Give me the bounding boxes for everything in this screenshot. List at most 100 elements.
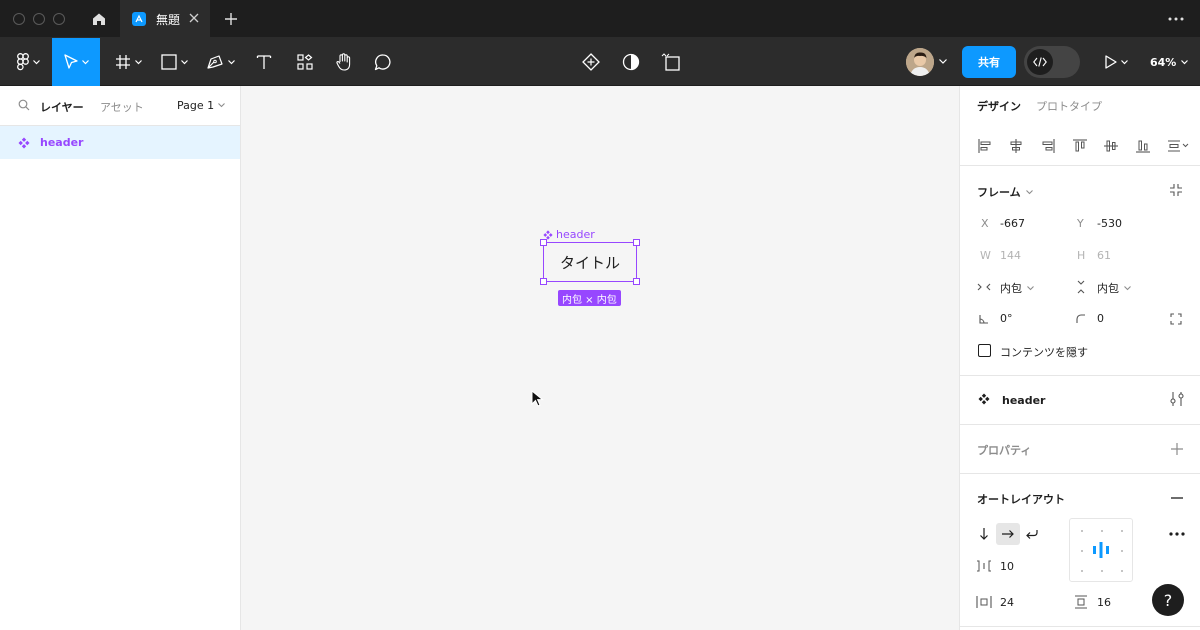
rotation-input[interactable]: 0°	[1000, 312, 1013, 325]
h-input[interactable]: 61	[1097, 249, 1111, 262]
w-input[interactable]: 144	[1000, 249, 1021, 262]
tab-assets[interactable]: アセット	[100, 99, 144, 115]
grid-dot[interactable]	[1101, 530, 1103, 532]
resources-tool-button[interactable]	[289, 38, 321, 86]
help-button[interactable]: ?	[1152, 584, 1184, 616]
hand-tool-button[interactable]	[328, 38, 360, 86]
contrast-mask-icon	[622, 53, 640, 71]
more-options-button[interactable]	[1166, 10, 1186, 28]
align-top-icon[interactable]	[1068, 134, 1092, 158]
grid-dot[interactable]	[1081, 550, 1083, 552]
autolayout-section-title[interactable]: オートレイアウト	[977, 491, 1065, 507]
direction-horizontal-button[interactable]	[996, 523, 1020, 545]
shape-tool-button[interactable]	[152, 38, 196, 86]
add-property-icon[interactable]	[1169, 441, 1185, 457]
align-left-icon[interactable]	[973, 134, 997, 158]
collapse-icon[interactable]	[1168, 182, 1184, 198]
text-icon	[256, 55, 272, 69]
design-file-icon	[132, 12, 146, 26]
selected-component-frame[interactable]: タイトル	[543, 242, 637, 282]
frame-tool-button[interactable]	[106, 38, 150, 86]
align-right-icon[interactable]	[1036, 134, 1060, 158]
x-input[interactable]: -667	[1000, 217, 1025, 230]
search-icon[interactable]	[18, 99, 30, 111]
share-button[interactable]: 共有	[962, 46, 1016, 78]
resize-handle-top-left[interactable]	[540, 239, 547, 246]
grid-dot[interactable]	[1081, 530, 1083, 532]
grid-dot[interactable]	[1101, 570, 1103, 572]
horizontal-padding-input[interactable]: 24	[1000, 596, 1014, 609]
distribute-dropdown[interactable]	[1162, 134, 1194, 158]
left-panel-tabs: レイヤー アセット Page 1	[0, 86, 240, 126]
direction-vertical-button[interactable]	[972, 523, 996, 545]
resize-handle-bottom-right[interactable]	[633, 278, 640, 285]
right-panel: デザイン プロトタイプ フレーム X -667 Y -530 W 144 H 6…	[959, 86, 1200, 630]
properties-section-title: プロパティ	[977, 444, 1032, 457]
chevron-down-icon	[1124, 285, 1131, 290]
gap-input[interactable]: 10	[1000, 560, 1014, 573]
frame-section-title[interactable]: フレーム	[977, 184, 1033, 200]
frame-title-text[interactable]: タイトル	[560, 252, 620, 273]
chevron-down-icon[interactable]	[939, 59, 947, 64]
tab-design[interactable]: デザイン	[977, 98, 1021, 114]
window-close-light[interactable]	[13, 13, 25, 25]
resize-handle-top-right[interactable]	[633, 239, 640, 246]
dev-mode-toggle[interactable]	[1024, 46, 1080, 78]
grid-dot[interactable]	[1121, 530, 1123, 532]
tab-prototype[interactable]: プロトタイプ	[1036, 98, 1102, 114]
chevron-down-icon	[180, 59, 188, 64]
vertical-padding-input[interactable]: 16	[1097, 596, 1111, 609]
page-selector[interactable]: Page 1	[177, 99, 226, 112]
align-bottom-icon[interactable]	[1131, 134, 1155, 158]
layer-row-header[interactable]: header	[0, 126, 240, 159]
comment-tool-button[interactable]	[367, 38, 399, 86]
grid-dot[interactable]	[1121, 550, 1123, 552]
hand-icon	[336, 53, 351, 71]
autolayout-alignment-grid[interactable]	[1069, 518, 1133, 582]
component-settings-icon[interactable]	[1169, 391, 1185, 407]
canvas[interactable]: header タイトル 内包 × 内包	[241, 86, 959, 630]
y-input[interactable]: -530	[1097, 217, 1122, 230]
create-component-button[interactable]	[576, 38, 606, 86]
resize-handle-bottom-left[interactable]	[540, 278, 547, 285]
vertical-resizing-icon	[1074, 280, 1088, 294]
crop-tool-button[interactable]	[656, 38, 686, 86]
corner-radius-input[interactable]: 0	[1097, 312, 1104, 325]
align-horizontal-center-icon[interactable]	[1004, 134, 1028, 158]
window-minimize-light[interactable]	[33, 13, 45, 25]
home-button[interactable]	[80, 0, 118, 38]
grid-dot[interactable]	[1081, 570, 1083, 572]
present-button[interactable]	[1098, 38, 1134, 86]
pen-tool-button[interactable]	[198, 38, 242, 86]
mask-button[interactable]	[616, 38, 646, 86]
height-mode-dropdown[interactable]: 内包	[1097, 280, 1131, 296]
zoom-dropdown[interactable]: 64%	[1150, 38, 1189, 86]
independent-corners-icon[interactable]	[1169, 312, 1183, 326]
horizontal-padding-icon	[976, 595, 992, 609]
clip-content-checkbox[interactable]	[978, 344, 991, 357]
chevron-down-icon	[134, 59, 142, 64]
text-tool-button[interactable]	[248, 38, 280, 86]
component-name[interactable]: header	[1002, 394, 1045, 407]
user-avatar[interactable]	[906, 48, 934, 76]
remove-autolayout-icon[interactable]	[1169, 490, 1185, 506]
main-menu-button[interactable]	[6, 38, 50, 86]
component-icon	[543, 229, 553, 240]
grid-dot[interactable]	[1121, 570, 1123, 572]
close-tab-icon[interactable]	[188, 12, 200, 24]
align-vertical-center-icon[interactable]	[1099, 134, 1123, 158]
width-mode-dropdown[interactable]: 内包	[1000, 280, 1034, 296]
divider	[960, 473, 1200, 474]
autolayout-more-icon[interactable]	[1166, 526, 1188, 542]
file-tab[interactable]: 無題	[120, 0, 210, 38]
frame-name-label[interactable]: header	[543, 228, 595, 241]
rectangle-icon	[160, 54, 177, 70]
more-horizontal-icon	[1168, 17, 1184, 21]
tab-title: 無題	[156, 12, 181, 27]
move-tool-button[interactable]	[52, 38, 100, 86]
figma-logo-icon	[16, 53, 29, 71]
new-tab-button[interactable]	[222, 10, 240, 28]
window-zoom-light[interactable]	[53, 13, 65, 25]
tab-layers[interactable]: レイヤー	[40, 99, 84, 115]
direction-wrap-button[interactable]	[1020, 523, 1044, 545]
